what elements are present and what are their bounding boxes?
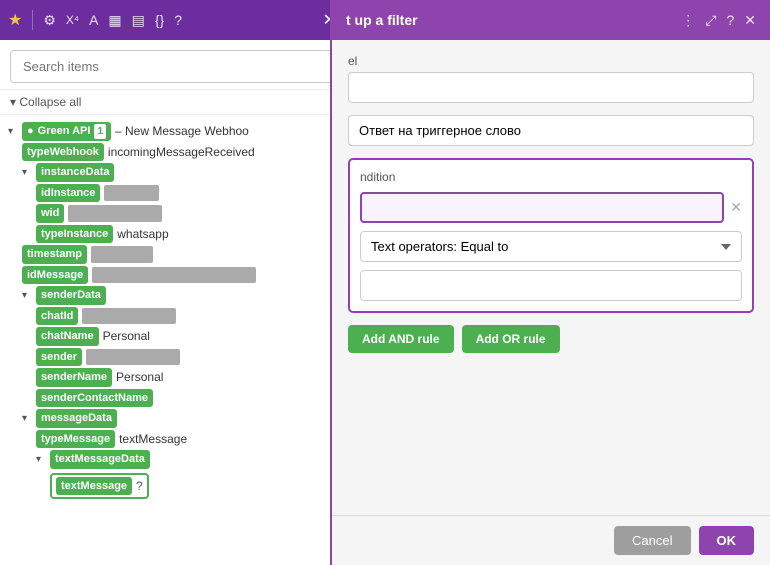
instanceData-row: ▾ instanceData [22,163,336,182]
modal-body: el ndition ✕ Text operators: Equal to Te… [332,40,770,515]
chatId-tag[interactable]: chatId [36,307,78,326]
green-api-row: ▾ ● Green API 1 – New Message Webhoo [8,122,336,141]
senderContactName-row: senderContactName [36,389,336,408]
typeWebhook-row: typeWebhook incomingMessageReceived [22,143,336,162]
ok-button[interactable]: OK [699,526,755,555]
label-value-input[interactable] [348,115,754,146]
sender-value: ████████@c.us [86,349,180,366]
textMessage-row: textMessage ? [50,471,336,500]
senderData-caret[interactable]: ▾ [22,288,32,303]
label-label: el [348,54,754,68]
messageData-tag[interactable]: messageData [36,409,117,428]
textMessageData-tag[interactable]: textMessageData [50,450,150,469]
label-group: el [348,54,754,103]
chatName-value: Personal [103,327,150,345]
tree-caret[interactable]: ▾ [8,124,18,139]
wid-row: wid ████████@c.us [36,204,336,223]
typeWebhook-value: incomingMessageReceived [108,143,255,161]
green-api-suffix: – New Message Webhoo [115,122,249,140]
search-area [0,40,344,90]
filter-modal: t up a filter ⋮ ⤢ ? ✕ el ndition ✕ [330,0,770,565]
wid-tag[interactable]: wid [36,204,64,223]
wid-value: ████████@c.us [68,205,162,222]
idMessage-value: █████████████████████ [92,267,256,284]
typeInstance-row: typeInstance whatsapp [36,225,336,244]
sender-tag[interactable]: sender [36,348,82,367]
idInstance-value: 1103████ [104,185,159,202]
question-icon[interactable]: ? [136,477,143,495]
textMessage-tag[interactable]: textMessage [56,477,132,496]
grid-icon[interactable]: ▦ [108,12,121,29]
green-api-circle: ● [27,123,34,140]
instanceData-caret[interactable]: ▾ [22,165,32,180]
green-api-tag[interactable]: ● Green API 1 [22,122,111,141]
chatId-row: chatId ████████@c.us [36,307,336,326]
typeMessage-value: textMessage [119,430,187,448]
superscript-icon[interactable]: X⁴ [66,13,79,27]
typeInstance-value: whatsapp [117,225,168,243]
senderData-tag[interactable]: senderData [36,286,106,305]
collapse-all-button[interactable]: ▾ Collapse all [0,90,344,115]
condition-row: ✕ [360,192,742,223]
idMessage-row: idMessage █████████████████████ [22,266,336,285]
senderName-tag[interactable]: senderName [36,368,112,387]
expand-icon[interactable]: ⤢ [705,12,716,29]
help-icon[interactable]: ? [174,12,182,28]
toolbar-separator [32,10,33,30]
modal-title: t up a filter [346,12,418,28]
typeInstance-tag[interactable]: typeInstance [36,225,113,244]
timestamp-tag[interactable]: timestamp [22,245,87,264]
condition-box: ndition ✕ Text operators: Equal to Text … [348,158,754,313]
search-input[interactable] [10,50,334,83]
messageData-caret[interactable]: ▾ [22,411,32,426]
cancel-button[interactable]: Cancel [614,526,690,555]
textMessageData-row: ▾ textMessageData [36,450,336,469]
add-or-rule-button[interactable]: Add OR rule [462,325,560,353]
more-icon[interactable]: ⋮ [681,12,695,29]
rule-buttons: Add AND rule Add OR rule [348,325,754,353]
operator-select[interactable]: Text operators: Equal to Text operators:… [360,231,742,262]
chatId-value: ████████@c.us [82,308,176,325]
idInstance-tag[interactable]: idInstance [36,184,100,203]
typeMessage-tag[interactable]: typeMessage [36,430,115,449]
tree-area: ▾ ● Green API 1 – New Message Webhoo typ… [0,115,344,565]
idInstance-row: idInstance 1103████ [36,184,336,203]
senderContactName-tag[interactable]: senderContactName [36,389,153,408]
senderData-row: ▾ senderData [22,286,336,305]
timestamp-value: ████████ [91,246,153,263]
add-and-rule-button[interactable]: Add AND rule [348,325,454,353]
label-input[interactable] [348,72,754,103]
text-icon[interactable]: A [89,12,98,28]
modal-help-icon[interactable]: ? [726,12,734,28]
modal-footer: Cancel OK [332,515,770,565]
chatName-row: chatName Personal [36,327,336,346]
sender-row: sender ████████@c.us [36,348,336,367]
instanceData-tag[interactable]: instanceData [36,163,114,182]
senderName-value: Personal [116,368,163,386]
star-icon[interactable]: ★ [8,10,22,30]
textMessage-highlight-box: textMessage ? [50,473,149,500]
table-icon[interactable]: ▤ [132,12,145,29]
condition-value-input[interactable] [360,192,724,223]
messageData-row: ▾ messageData [22,409,336,428]
typeWebhook-tag[interactable]: typeWebhook [22,143,104,162]
settings-icon[interactable]: ⚙ [43,12,56,29]
modal-header: t up a filter ⋮ ⤢ ? ✕ [332,0,770,40]
textMessageData-caret[interactable]: ▾ [36,452,46,467]
chatName-tag[interactable]: chatName [36,327,99,346]
condition-label: ndition [360,170,742,184]
value-input[interactable] [360,270,742,301]
timestamp-row: timestamp ████████ [22,245,336,264]
condition-remove-button[interactable]: ✕ [730,199,742,216]
senderName-row: senderName Personal [36,368,336,387]
modal-close-icon[interactable]: ✕ [744,12,756,29]
left-panel: ★ ⚙ X⁴ A ▦ ▤ {} ? ✕ ▾ Collapse all ▾ ● G… [0,0,345,565]
code-icon[interactable]: {} [155,12,164,28]
modal-header-icons: ⋮ ⤢ ? ✕ [681,12,756,29]
typeMessage-row: typeMessage textMessage [36,430,336,449]
toolbar: ★ ⚙ X⁴ A ▦ ▤ {} ? ✕ [0,0,344,40]
label-value-display [348,115,754,146]
idMessage-tag[interactable]: idMessage [22,266,88,285]
